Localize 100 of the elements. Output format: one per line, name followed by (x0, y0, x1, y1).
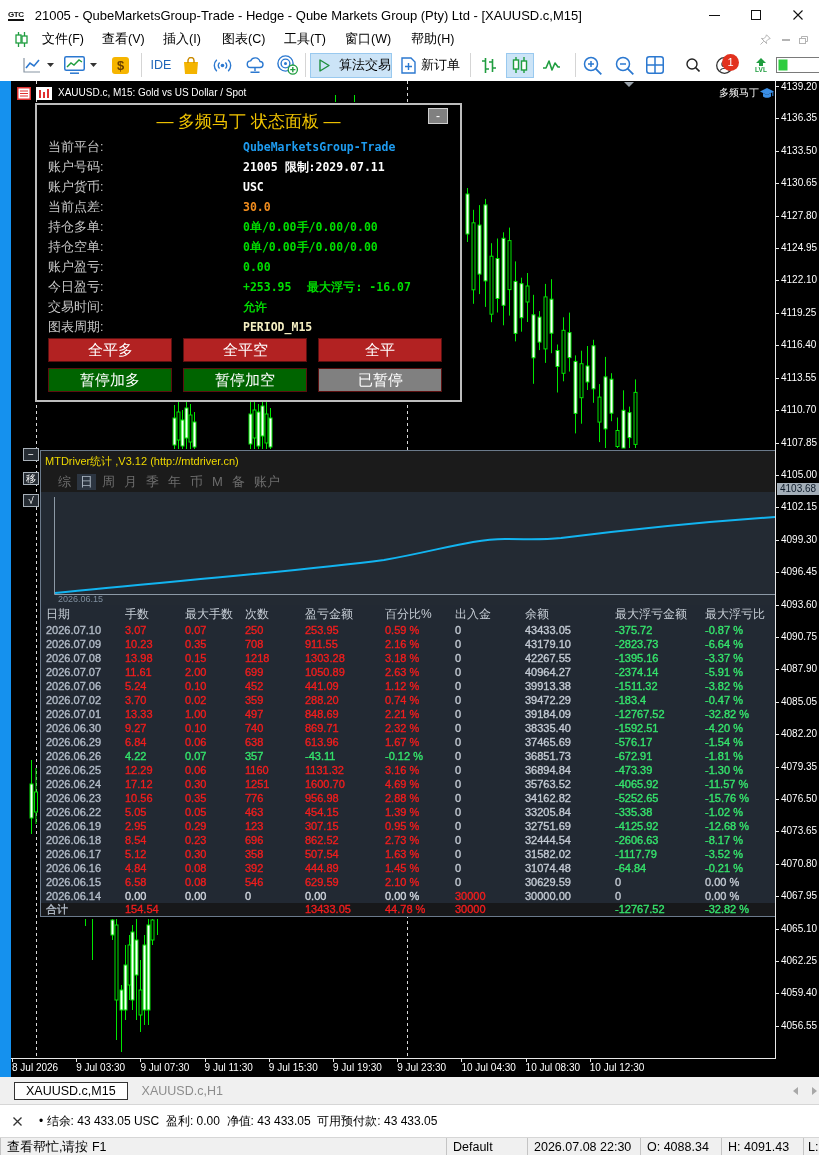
line-chart-icon[interactable] (23, 57, 41, 73)
column-header: 出入金 (455, 606, 491, 623)
period-tab[interactable]: 周 (99, 474, 118, 490)
zoom-out-icon[interactable] (615, 55, 634, 75)
tool-button[interactable]: 移 (23, 472, 39, 485)
graduation-cap-icon[interactable] (760, 88, 774, 99)
field-value: 0.00 (243, 260, 271, 274)
table-cell: 441.09 (305, 679, 339, 693)
table-cell: 30000 (455, 889, 486, 903)
table-cell: 35763.52 (525, 777, 571, 791)
field-value: USC (243, 180, 264, 194)
price-label: 4079.35 (781, 760, 818, 773)
action-button[interactable]: 全平空 (183, 338, 307, 362)
table-cell: 2026.07.08 (46, 651, 102, 665)
table-cell: 0 (455, 763, 462, 777)
ide-button[interactable]: IDE (150, 58, 172, 72)
table-cell: 2026.07.09 (46, 637, 102, 651)
table-cell: 37465.69 (525, 735, 571, 749)
list-icon[interactable] (17, 87, 31, 100)
price-label: 4073.65 (781, 825, 818, 838)
search-icon[interactable] (686, 58, 700, 72)
table-cell: 1.67 % (385, 735, 420, 749)
notification-badge: 1 (722, 53, 739, 71)
menu-item[interactable]: 工具(T) (282, 31, 328, 48)
price-label: 4124.95 (781, 242, 818, 255)
action-button[interactable]: 已暂停 (318, 368, 442, 392)
table-cell: -32.82 % (705, 707, 750, 721)
table-cell: 444.89 (305, 861, 339, 875)
close-icon[interactable] (793, 10, 803, 20)
field-value: 允许 (243, 299, 267, 315)
table-cell: 2026.06.17 (46, 847, 102, 861)
table-cell: 0.00 % (705, 875, 740, 889)
maximize-icon[interactable] (751, 10, 761, 20)
broadcast-icon[interactable] (213, 58, 232, 72)
table-cell: 34162.82 (525, 791, 571, 805)
action-button[interactable]: 全平多 (48, 338, 172, 362)
period-tab[interactable]: 日 (77, 474, 96, 490)
column-header: 最大手数 (185, 606, 233, 623)
period-tab[interactable]: 季 (143, 474, 162, 490)
chart-template-icon[interactable] (64, 56, 85, 74)
caret-icon[interactable] (47, 63, 54, 67)
table-cell: 1160 (245, 763, 269, 777)
chart-bars-icon[interactable] (36, 87, 52, 100)
action-button[interactable]: 暂停加空 (183, 368, 307, 392)
time-label: 10 Jul 04:30 (461, 1062, 516, 1074)
field-value: 30.0 (243, 200, 271, 214)
period-tab[interactable]: 备 (228, 474, 248, 490)
table-cell: -12.68 % (705, 819, 750, 833)
menu-item[interactable]: 文件(F) (40, 31, 86, 48)
table-cell: 13433.05 (305, 903, 351, 916)
cloud-icon[interactable] (246, 57, 264, 73)
new-order-button[interactable]: 新订单 (397, 52, 462, 78)
algo-trading-button[interactable]: 算法交易 (310, 52, 392, 78)
table-cell: 0.29 (185, 819, 207, 833)
table-cell: 357 (245, 749, 264, 763)
target-plus-icon[interactable] (277, 55, 298, 75)
grid-icon[interactable] (646, 56, 664, 74)
minimize-icon[interactable] (709, 14, 720, 16)
table-cell: 613.96 (305, 735, 339, 749)
caret-icon[interactable] (90, 63, 97, 67)
table-cell: 0.07 (185, 623, 207, 637)
field-label: 账户盈亏: (48, 258, 104, 276)
table-cell: 2.16 % (385, 637, 420, 651)
price-label: 4087.90 (781, 663, 818, 676)
chart-type-button[interactable] (506, 52, 534, 78)
menu-item[interactable]: 窗口(W) (343, 31, 394, 48)
status-text: Default (453, 1138, 493, 1155)
table-cell: 0 (455, 665, 462, 679)
table-cell: 0 (245, 889, 252, 903)
tool-button[interactable]: − (23, 448, 39, 461)
table-cell: 2026.06.30 (46, 721, 102, 735)
period-tab[interactable]: 账户 (250, 474, 283, 490)
period-tab[interactable]: 月 (121, 474, 140, 490)
table-cell: 1303.28 (305, 651, 345, 665)
price-label: 4110.70 (781, 404, 817, 417)
table-cell: 546 (245, 875, 264, 889)
price-label: 4119.25 (781, 306, 817, 319)
close-icon[interactable] (13, 1116, 22, 1126)
table-cell: 862.52 (305, 833, 339, 847)
zoom-in-icon[interactable] (583, 55, 602, 75)
action-button[interactable]: 全平 (318, 338, 442, 362)
period-tab[interactable]: 综 (55, 474, 74, 490)
arrow-up-icon[interactable] (756, 57, 766, 66)
table-cell: 2026.07.06 (46, 679, 102, 693)
dollar-icon[interactable]: $ (112, 56, 129, 74)
table-cell: -32.82 % (705, 903, 750, 916)
period-tab[interactable]: M (209, 474, 226, 490)
table-cell: -0.21 % (705, 861, 743, 875)
minimize-button[interactable]: - (428, 108, 448, 124)
table-cell: 0 (455, 833, 462, 847)
menu-item[interactable]: 帮助(H) (409, 31, 457, 48)
menu-item[interactable]: 插入(I) (161, 31, 203, 48)
period-tab[interactable]: 年 (165, 474, 184, 490)
tool-button[interactable]: √ (23, 494, 39, 507)
menu-item[interactable]: 查看(V) (100, 31, 147, 48)
shopping-bag-icon[interactable] (183, 56, 199, 74)
table-cell: 0.08 (185, 861, 207, 875)
action-button[interactable]: 暂停加多 (48, 368, 172, 392)
chart-tab[interactable]: XAUUSD.c,M15 (14, 1082, 128, 1100)
menu-item[interactable]: 图表(C) (220, 31, 268, 48)
